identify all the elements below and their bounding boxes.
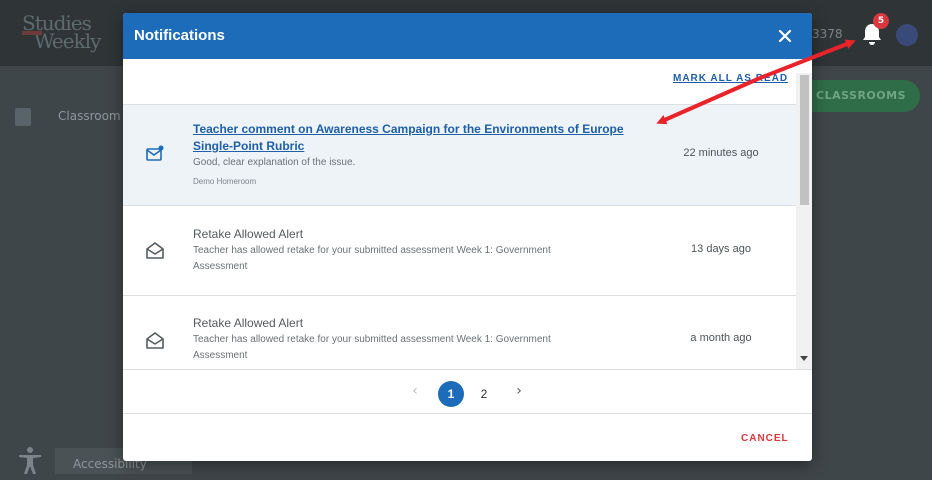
notification-title-link[interactable]: Teacher comment on Awareness Campaign fo… <box>193 121 663 155</box>
notification-title-line-1: Teacher comment on Awareness Campaign fo… <box>193 122 624 136</box>
notification-item[interactable]: Retake Allowed Alert Teacher has allowed… <box>123 205 796 295</box>
notification-body-line-1: Teacher has allowed retake for your subm… <box>193 334 551 345</box>
avatar[interactable] <box>896 24 918 46</box>
notification-time: 13 days ago <box>691 243 751 255</box>
notification-body-line-1: Teacher has allowed retake for your subm… <box>193 245 551 256</box>
notification-list[interactable]: Teacher comment on Awareness Campaign fo… <box>123 104 796 369</box>
scrollbar-thumb[interactable] <box>800 75 809 205</box>
envelope-open-icon <box>146 332 164 349</box>
notification-body: Good, clear explanation of the issue. <box>193 157 356 168</box>
notification-count-badge: 5 <box>873 13 889 29</box>
sidebar-item-classroom[interactable]: Classroom <box>58 109 121 123</box>
notification-body-line-2: Assessment <box>193 261 248 272</box>
page-2-button[interactable]: 2 <box>471 381 497 407</box>
notification-item[interactable]: Retake Allowed Alert Teacher has allowed… <box>123 295 796 369</box>
header-user-id: 3378 <box>812 27 843 41</box>
mark-all-as-read-link[interactable]: MARK ALL AS READ <box>673 73 788 84</box>
notification-item[interactable]: Teacher comment on Awareness Campaign fo… <box>123 104 796 205</box>
accessibility-icon[interactable] <box>16 446 44 474</box>
modal-title: Notifications <box>134 27 225 44</box>
notification-body: Teacher has allowed retake for your subm… <box>193 243 633 275</box>
next-page-button[interactable]: › <box>513 384 525 398</box>
notification-title-line-2: Single-Point Rubric <box>193 139 305 153</box>
notifications-modal: Notifications MARK ALL AS READ Teacher c… <box>123 13 812 461</box>
notification-time: a month ago <box>690 332 752 344</box>
notification-body-line-2: Assessment <box>193 350 248 361</box>
mail-unread-icon <box>146 145 164 161</box>
envelope-open-icon <box>146 242 164 259</box>
notification-title: Retake Allowed Alert <box>193 227 304 241</box>
notification-time: 22 minutes ago <box>683 147 759 159</box>
modal-header: Notifications <box>123 13 812 59</box>
studies-weekly-logo[interactable]: Studies Weekly <box>22 13 112 51</box>
page-1-button[interactable]: 1 <box>438 381 464 407</box>
close-icon[interactable] <box>774 25 796 47</box>
previous-page-button[interactable]: ‹ <box>409 384 421 398</box>
pagination: ‹ 1 2 › <box>123 369 812 414</box>
modal-footer: CANCEL <box>123 413 812 461</box>
notification-body: Teacher has allowed retake for your subm… <box>193 332 633 364</box>
scroll-down-icon[interactable] <box>800 356 808 361</box>
notification-classroom: Demo Homeroom <box>193 177 257 186</box>
notification-title: Retake Allowed Alert <box>193 316 304 330</box>
cancel-button[interactable]: CANCEL <box>741 433 789 444</box>
notification-scrollbar[interactable] <box>796 73 812 369</box>
logo-bar <box>22 31 42 35</box>
classroom-icon <box>15 108 31 126</box>
